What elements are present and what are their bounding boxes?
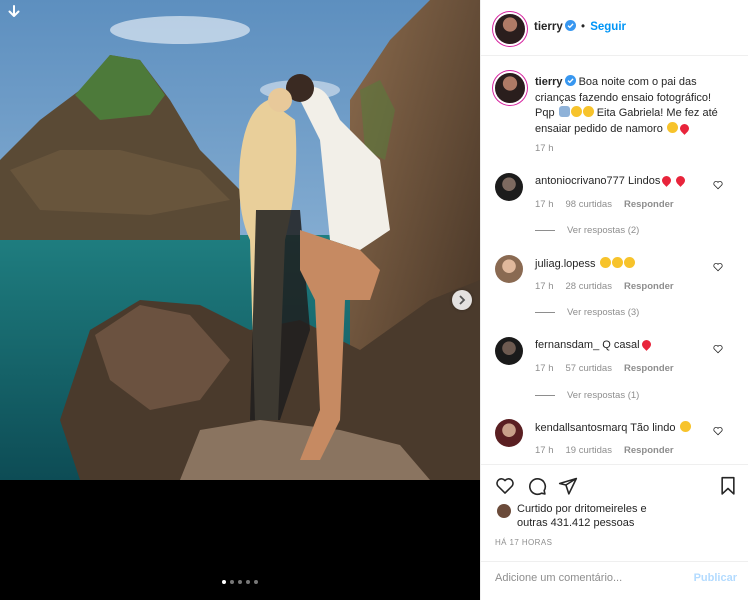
- comment-line: fernansdam_ Q casal: [535, 338, 653, 351]
- author-avatar[interactable]: [495, 14, 525, 44]
- view-replies-button[interactable]: Ver respostas (2): [535, 225, 639, 236]
- carousel-dot[interactable]: [254, 580, 258, 584]
- heart-eyes-emoji-icon: [611, 257, 623, 268]
- reply-button[interactable]: Responder: [624, 445, 674, 456]
- reply-button[interactable]: Responder: [624, 199, 674, 210]
- share-paper-plane-icon[interactable]: [558, 476, 578, 496]
- heart-eyes-emoji-icon: [679, 421, 691, 432]
- praying-emoji-icon: [558, 106, 570, 117]
- likes-summary: Curtido por dritomeireles e outras 431.4…: [517, 502, 737, 530]
- comment-text: Tão lindo: [630, 422, 676, 434]
- carousel-next-button[interactable]: [452, 290, 472, 310]
- comment-text: Lindos: [627, 175, 661, 187]
- comment-bubble-icon[interactable]: [527, 476, 547, 496]
- comment-meta: 17 h 19 curtidas Responder: [535, 445, 674, 456]
- chevron-right-icon: [459, 295, 466, 305]
- comment-line: juliag.lopess: [535, 257, 635, 270]
- post-actions: Curtido por dritomeireles e outras 431.4…: [481, 464, 748, 600]
- publish-comment-button[interactable]: Publicar: [694, 572, 737, 584]
- comment-time: 17 h: [535, 363, 554, 374]
- download-icon[interactable]: [6, 4, 22, 20]
- heart-emoji-icon: [660, 174, 674, 187]
- comment-time: 17 h: [535, 445, 554, 456]
- like-heart-icon[interactable]: [495, 476, 515, 496]
- carousel-dot[interactable]: [230, 580, 234, 584]
- carousel-dot[interactable]: [238, 580, 242, 584]
- view-replies-button[interactable]: Ver respostas (1): [535, 390, 639, 401]
- post-media: [0, 0, 480, 600]
- comments-list: tierry Boa noite com o pai das crianças …: [481, 56, 748, 464]
- heart-emoji-icon: [674, 174, 688, 187]
- author-username[interactable]: tierry: [534, 21, 563, 33]
- comment-meta: 17 h 57 curtidas Responder: [535, 363, 674, 374]
- caption-avatar[interactable]: [495, 73, 525, 103]
- caption: tierry Boa noite com o pai das crianças …: [535, 75, 725, 137]
- comment-likes[interactable]: 19 curtidas: [566, 445, 612, 456]
- heart-emoji-icon: [678, 121, 691, 135]
- caption-username[interactable]: tierry: [535, 76, 563, 88]
- comment-likes[interactable]: 57 curtidas: [566, 363, 612, 374]
- comment-line: antoniocrivano777 Lindos: [535, 174, 688, 187]
- post-photo[interactable]: [0, 0, 480, 480]
- reply-button[interactable]: Responder: [624, 281, 674, 292]
- comment-avatar[interactable]: [495, 337, 523, 365]
- comment-username[interactable]: antoniocrivano777: [535, 175, 625, 187]
- comment-avatar[interactable]: [495, 173, 523, 201]
- comment-text: Q casal: [602, 339, 640, 351]
- add-comment-input[interactable]: [495, 572, 685, 584]
- likes-prefix: Curtido por: [517, 503, 572, 515]
- heart-emoji-icon: [639, 338, 653, 351]
- grin-emoji-icon: [570, 106, 582, 117]
- comment-meta: 17 h 28 curtidas Responder: [535, 281, 674, 292]
- like-comment-heart-icon[interactable]: [713, 344, 723, 354]
- hearts-emoji-icon: [582, 106, 594, 117]
- likes-others[interactable]: outras 431.412 pessoas: [517, 517, 634, 529]
- comment-meta: 17 h 98 curtidas Responder: [535, 199, 674, 210]
- post-header: tierry • Seguir: [481, 0, 748, 56]
- grin-emoji-icon: [666, 121, 678, 133]
- heart-eyes-emoji-icon: [599, 257, 611, 268]
- header-separator: •: [580, 21, 586, 33]
- verified-badge-icon: [564, 20, 576, 31]
- header-line: tierry • Seguir: [534, 20, 626, 33]
- liker-username[interactable]: dritomeireles: [574, 503, 637, 515]
- follow-button[interactable]: Seguir: [590, 21, 626, 33]
- like-comment-heart-icon[interactable]: [713, 262, 723, 272]
- like-comment-heart-icon[interactable]: [713, 180, 723, 190]
- comment-username[interactable]: kendallsantosmarq: [535, 422, 627, 434]
- comment-username[interactable]: juliag.lopess: [535, 258, 596, 270]
- liker-avatar[interactable]: [497, 504, 511, 518]
- comment-username[interactable]: fernansdam_: [535, 339, 599, 351]
- comment-likes[interactable]: 28 curtidas: [566, 281, 612, 292]
- carousel-dot[interactable]: [222, 580, 226, 584]
- like-comment-heart-icon[interactable]: [713, 426, 723, 436]
- view-replies-button[interactable]: Ver respostas (3): [535, 307, 639, 318]
- beach-couple-photo: [0, 0, 480, 480]
- comment-avatar[interactable]: [495, 255, 523, 283]
- verified-badge-icon: [564, 75, 576, 86]
- carousel-dot[interactable]: [246, 580, 250, 584]
- caption-time: 17 h: [535, 143, 554, 154]
- comment-avatar[interactable]: [495, 419, 523, 447]
- post-sidebar: tierry • Seguir tierry Boa noite com o p…: [480, 0, 748, 600]
- reply-button[interactable]: Responder: [624, 363, 674, 374]
- add-comment-bar: Publicar: [481, 561, 748, 601]
- heart-eyes-emoji-icon: [623, 257, 635, 268]
- comment-line: kendallsantosmarq Tão lindo: [535, 421, 691, 434]
- post-timestamp[interactable]: HÁ 17 HORAS: [495, 538, 552, 547]
- comment-time: 17 h: [535, 281, 554, 292]
- likes-connector: e: [640, 503, 647, 515]
- comment-time: 17 h: [535, 199, 554, 210]
- comment-likes[interactable]: 98 curtidas: [566, 199, 612, 210]
- save-bookmark-icon[interactable]: [719, 476, 737, 496]
- carousel-dots: [0, 580, 480, 584]
